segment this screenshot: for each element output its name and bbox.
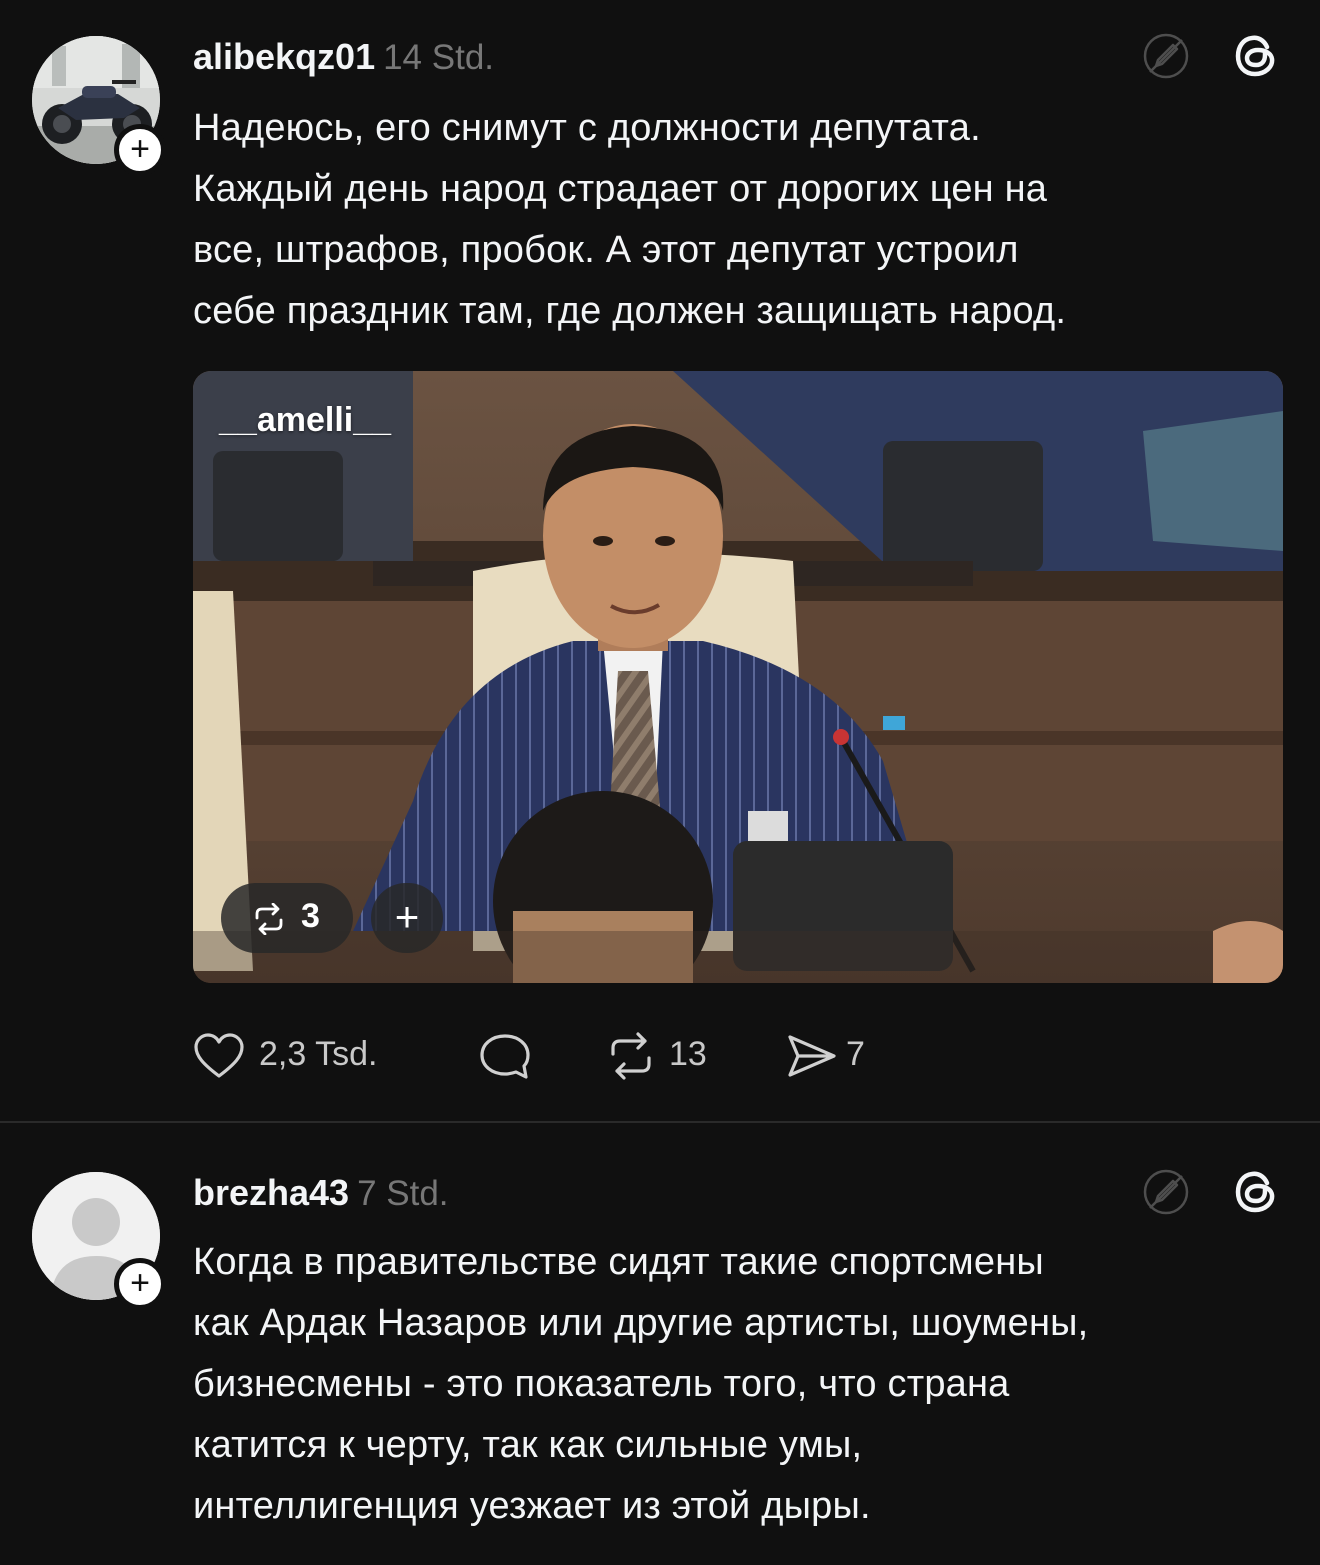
repost-icon bbox=[255, 903, 283, 935]
comment-bubble-icon bbox=[480, 1034, 530, 1079]
follow-button[interactable]: + bbox=[114, 124, 166, 176]
repost-count: 13 bbox=[669, 1035, 707, 1073]
threads-logo-icon[interactable] bbox=[1230, 1166, 1282, 1218]
follow-button[interactable]: + bbox=[114, 1258, 166, 1310]
post-text: Надеюсь, его снимут с должности депутата… bbox=[193, 98, 1293, 342]
post-text-line: Когда в правительстве сидят такие спортс… bbox=[193, 1241, 1044, 1283]
thread-post: + brezha43 7 Std. Когда в правительстве с… bbox=[0, 1124, 1320, 1565]
share-button[interactable]: 7 bbox=[786, 1030, 886, 1080]
send-icon bbox=[788, 1035, 836, 1077]
timestamp: 7 Std. bbox=[357, 1174, 449, 1213]
post-text-line: катится к черту, так как сильные умы, bbox=[193, 1424, 863, 1466]
post-text-line: все, штрафов, пробок. А этот депутат уст… bbox=[193, 229, 1019, 271]
edit-off-icon[interactable] bbox=[1140, 30, 1192, 82]
like-count: 2,3 Tsd. bbox=[259, 1035, 378, 1073]
post-text-line: бизнесмены - это показатель того, что ст… bbox=[193, 1363, 1010, 1405]
edit-off-icon[interactable] bbox=[1140, 1166, 1192, 1218]
timestamp: 14 Std. bbox=[383, 38, 495, 77]
post-divider bbox=[0, 1121, 1320, 1123]
repost-button[interactable]: 13 bbox=[605, 1030, 735, 1080]
post-text-line: интеллигенция уезжает из этой дыры. bbox=[193, 1485, 871, 1527]
heart-icon bbox=[194, 1033, 244, 1078]
post-text-line: себе праздник там, где должен защищать н… bbox=[193, 290, 1067, 332]
media-repost-button[interactable]: 3 bbox=[221, 883, 353, 953]
repost-icon bbox=[611, 1032, 651, 1080]
parliament-photo bbox=[193, 371, 1283, 983]
watermark: __amelli__ bbox=[219, 401, 392, 439]
post-media-image[interactable]: __amelli__ 3 + bbox=[193, 371, 1283, 983]
threads-logo-icon[interactable] bbox=[1230, 30, 1282, 82]
post-header: alibekqz01 14 Std. bbox=[193, 36, 495, 77]
post-header: brezha43 7 Std. bbox=[193, 1172, 449, 1213]
share-count: 7 bbox=[846, 1035, 865, 1073]
username[interactable]: brezha43 bbox=[193, 1172, 349, 1213]
post-text-line: Надеюсь, его снимут с должности депутата… bbox=[193, 107, 981, 149]
post-text-line: как Ардак Назаров или другие артисты, шо… bbox=[193, 1302, 1089, 1344]
post-text-line: Каждый день народ страдает от дорогих це… bbox=[193, 168, 1048, 210]
media-repost-count: 3 bbox=[301, 897, 320, 935]
post-text: Когда в правительстве сидят такие спортс… bbox=[193, 1232, 1293, 1537]
comment-button[interactable] bbox=[478, 1030, 538, 1080]
media-add-button[interactable]: + bbox=[371, 883, 443, 953]
thread-post: + alibekqz01 14 Std. Надеюсь, его снимут … bbox=[0, 0, 1320, 1122]
like-button[interactable]: 2,3 Tsd. bbox=[193, 1030, 423, 1080]
username[interactable]: alibekqz01 bbox=[193, 36, 375, 77]
